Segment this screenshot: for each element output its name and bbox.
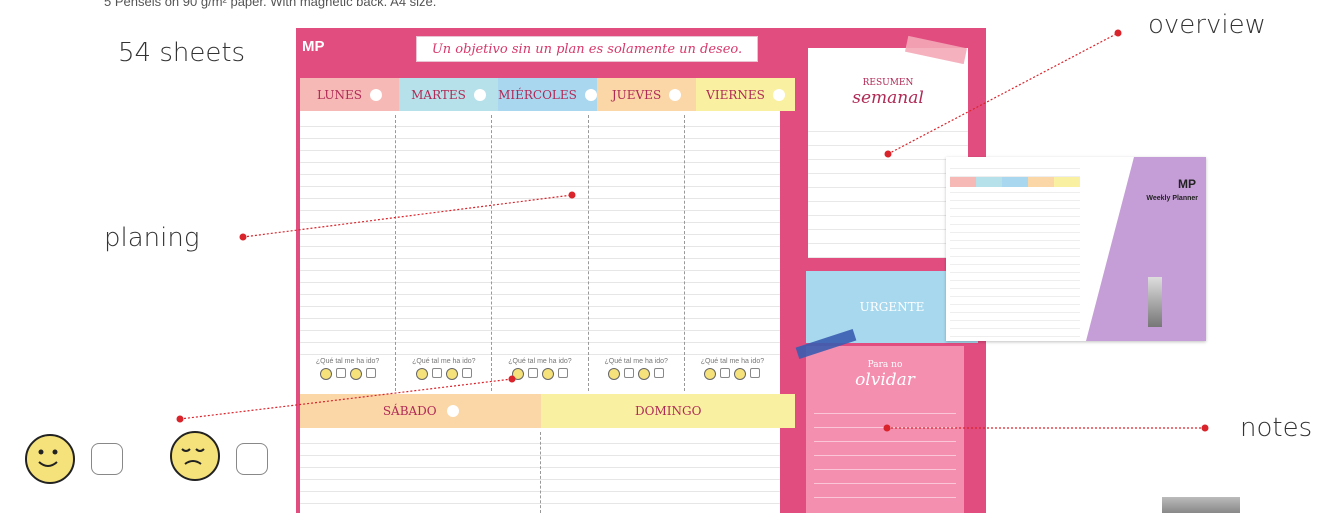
pointer-dot bbox=[883, 424, 891, 432]
pointer-lines bbox=[176, 29, 1209, 432]
pointer-dot bbox=[508, 375, 516, 383]
pointer-dot bbox=[568, 191, 576, 199]
overview-pointer bbox=[887, 32, 1119, 155]
pointer-dot bbox=[1201, 424, 1209, 432]
planing-pointer bbox=[242, 194, 573, 238]
pointer-dot bbox=[239, 233, 247, 241]
mood-pointer bbox=[179, 378, 513, 420]
pointer-dot bbox=[884, 150, 892, 158]
pointer-dot bbox=[1114, 29, 1122, 37]
pointer-dot bbox=[176, 415, 184, 423]
